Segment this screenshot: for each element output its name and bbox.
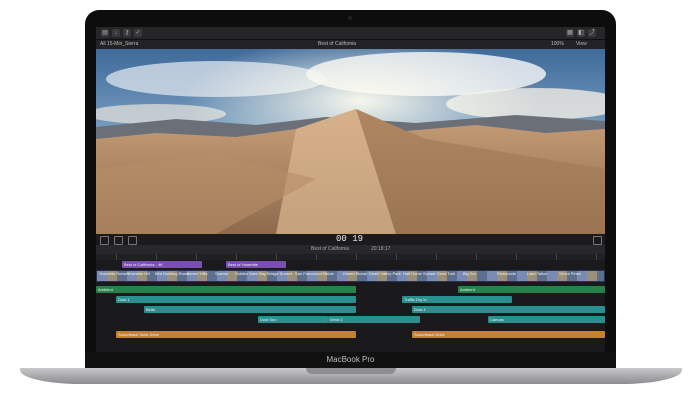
audio-clip[interactable]: Traffic Dry In bbox=[402, 296, 512, 303]
viewer-header: All 15-Min_Sierra Best of California 100… bbox=[96, 40, 605, 49]
video-clip-label: Hillside bbox=[321, 271, 334, 276]
share-icon[interactable]: ⤴ bbox=[588, 29, 596, 37]
import-icon[interactable]: ↓ bbox=[112, 29, 120, 37]
timeline-project: Best of California bbox=[311, 246, 350, 252]
video-clip-label: Big Sur bbox=[463, 271, 477, 276]
video-clip-label: Sunrise bbox=[215, 271, 229, 276]
video-clip-label: Golden Gate bbox=[235, 271, 258, 276]
video-clip-label: Desert Hills bbox=[187, 271, 208, 276]
video-clip-label: Yosemite Hill bbox=[127, 271, 150, 276]
video-clip-label: Redwoods bbox=[497, 271, 516, 276]
lid-notch bbox=[306, 368, 396, 374]
model-label: MacBook Pro bbox=[85, 352, 616, 368]
video-clip-label: Lake Tahoe bbox=[527, 271, 548, 276]
view-menu[interactable]: View bbox=[576, 40, 587, 49]
camera bbox=[348, 16, 352, 20]
screen: ▤ ↓ ⚷ ✓ ▦ ◧ ⤴ All 15-Min_Sierra Best of … bbox=[96, 27, 605, 362]
tool-icon[interactable] bbox=[114, 236, 123, 245]
transport-bar: 00 19 bbox=[96, 234, 605, 245]
video-clip-label: Half Dome Sunset bbox=[403, 271, 436, 276]
zoom-menu[interactable]: 100% bbox=[551, 40, 564, 49]
layout-icon[interactable] bbox=[100, 236, 109, 245]
inspector-icon[interactable]: ◧ bbox=[577, 29, 585, 37]
app-toolbar: ▤ ↓ ⚷ ✓ ▦ ◧ ⤴ bbox=[96, 27, 605, 39]
grid-icon[interactable]: ▦ bbox=[566, 29, 574, 37]
project-title: Best of California bbox=[318, 41, 357, 47]
video-clip-label: Yosemite Sunset bbox=[99, 271, 129, 276]
video-clip-label: Sierra Pines bbox=[559, 271, 581, 276]
audio-clip[interactable]: Dust 1 bbox=[116, 296, 356, 303]
laptop-bezel: ▤ ↓ ⚷ ✓ ▦ ◧ ⤴ All 15-Min_Sierra Best of … bbox=[85, 10, 616, 368]
title-clip[interactable]: Best of Yosemite bbox=[226, 261, 286, 268]
title-clip[interactable]: Best of California - 4K bbox=[122, 261, 202, 268]
audio-clip[interactable]: Ambient bbox=[458, 286, 605, 293]
library-label: All 15-Min_Sierra bbox=[100, 41, 139, 47]
timeline[interactable]: Best of California - 4K Best of Yosemite… bbox=[96, 260, 605, 362]
timeline-duration: 20:18:17 bbox=[371, 246, 391, 252]
audio-clip[interactable]: Dust Sun bbox=[258, 316, 328, 323]
video-viewer[interactable] bbox=[96, 49, 605, 234]
video-clip-label: Death Valley Park bbox=[369, 271, 401, 276]
video-clip-label: San Francisco bbox=[295, 271, 321, 276]
check-icon[interactable]: ✓ bbox=[134, 29, 142, 37]
audio-clip[interactable]: Dust 4 bbox=[412, 306, 605, 313]
video-clip-label: Cove Trail bbox=[437, 271, 456, 276]
clip-icon[interactable] bbox=[128, 236, 137, 245]
key-icon[interactable]: ⚷ bbox=[123, 29, 131, 37]
timeline-header: Best of California 20:18:17 bbox=[96, 245, 605, 254]
music-clip[interactable]: Soundtrack Suite Drive bbox=[116, 331, 356, 338]
audio-clip[interactable]: Ambient bbox=[96, 286, 356, 293]
video-clip-label: Desert Bloom bbox=[343, 271, 368, 276]
library-icon[interactable]: ▤ bbox=[101, 29, 109, 37]
video-clip-label: Bay Bridge Sunset bbox=[259, 271, 293, 276]
timecode-display: 00 19 bbox=[336, 234, 364, 244]
video-clip-label: Bird Building Room bbox=[155, 271, 190, 276]
fullscreen-icon[interactable] bbox=[593, 236, 602, 245]
audio-clip[interactable]: Birds bbox=[144, 306, 356, 313]
primary-storyline[interactable]: Yosemite Sunset Yosemite Hill Bird Build… bbox=[96, 270, 605, 282]
audio-clip[interactable]: Wind 2 bbox=[328, 316, 420, 323]
desert-frame bbox=[96, 49, 605, 234]
audio-clip[interactable]: Canvas bbox=[488, 316, 605, 323]
music-clip[interactable]: Soundtrack Drive bbox=[412, 331, 605, 338]
